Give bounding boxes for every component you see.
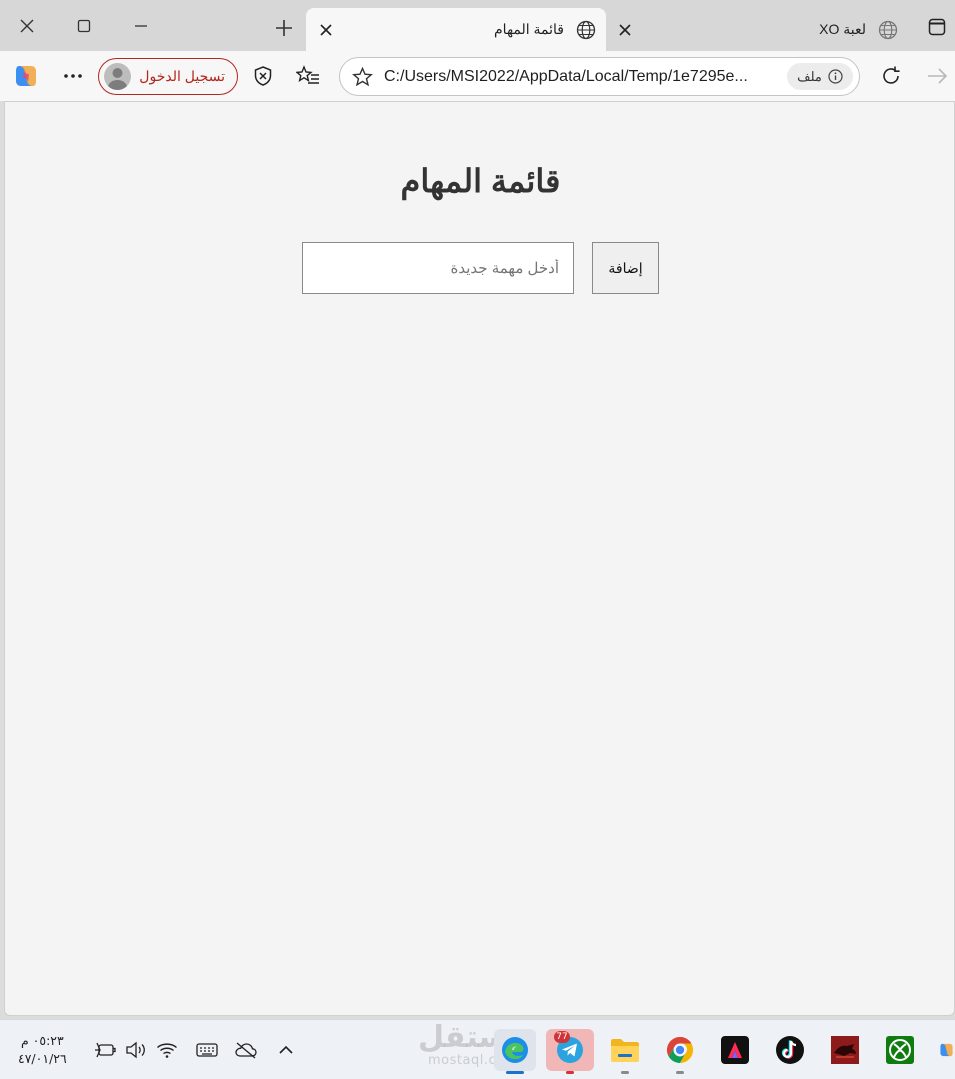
- avatar: [104, 63, 131, 90]
- chevron-up-icon: [279, 1045, 293, 1054]
- page-title: قائمة المهام: [400, 163, 561, 199]
- speaker-icon: [126, 1041, 145, 1059]
- user-icon: [107, 68, 128, 90]
- tab-xo-game[interactable]: لعبة XO: [608, 8, 908, 51]
- running-indicator: [621, 1071, 629, 1074]
- chrome-icon: [666, 1036, 694, 1064]
- running-indicator: [506, 1071, 524, 1074]
- more-options-button[interactable]: [57, 60, 89, 92]
- forward-button[interactable]: [921, 60, 953, 92]
- shield-icon: [254, 66, 272, 86]
- tab-actions-icon: [928, 18, 946, 36]
- arrow-right-icon: [928, 68, 948, 84]
- copilot-icon: [940, 1043, 953, 1057]
- close-icon: [320, 24, 332, 36]
- globe-icon: [576, 20, 596, 40]
- system-clock[interactable]: ٠٥:٢٣ م ٤٧/٠١/٢٦: [18, 1032, 67, 1068]
- taskbar-app-telegram[interactable]: 77: [546, 1029, 594, 1074]
- show-hidden-icons-button[interactable]: [274, 1039, 298, 1061]
- taskbar-app-copilot[interactable]: [932, 1029, 955, 1071]
- copilot-button[interactable]: [10, 60, 42, 92]
- close-icon: [20, 19, 34, 33]
- close-icon: [619, 24, 631, 36]
- file-explorer-icon: [611, 1039, 639, 1062]
- taskbar-app-adobe[interactable]: [714, 1029, 756, 1071]
- add-favorite-button[interactable]: [350, 66, 374, 88]
- keyboard-icon: [196, 1043, 218, 1057]
- onedrive-tray-button[interactable]: [234, 1039, 258, 1061]
- close-tab-button[interactable]: [314, 18, 338, 42]
- close-window-button[interactable]: [7, 6, 47, 46]
- maximize-icon: [77, 19, 91, 33]
- notification-badge: 77: [554, 1031, 570, 1043]
- battery-plug-icon: [95, 1042, 116, 1058]
- wifi-tray-button[interactable]: [155, 1039, 179, 1061]
- globe-icon: [878, 20, 898, 40]
- plus-icon: [276, 20, 292, 36]
- volume-tray-button[interactable]: [124, 1039, 148, 1061]
- clock-time: ٠٥:٢٣ م: [20, 1033, 64, 1048]
- running-indicator: [566, 1071, 574, 1074]
- site-info-label: ملف: [797, 68, 822, 84]
- favorites-list-icon: [296, 65, 319, 84]
- browser-toolbar: تسجيل الدخول C:/Users/MSI2022/AppData/Lo…: [0, 51, 955, 101]
- more-icon: [64, 74, 82, 78]
- browser-essentials-button[interactable]: [247, 60, 279, 92]
- favorites-button[interactable]: [292, 60, 324, 92]
- address-bar[interactable]: C:/Users/MSI2022/AppData/Local/Temp/1e72…: [339, 57, 860, 96]
- taskbar-app-tiktok[interactable]: [769, 1029, 811, 1071]
- new-task-input[interactable]: [302, 242, 574, 294]
- copilot-icon: [16, 66, 36, 86]
- minimize-window-button[interactable]: [121, 6, 161, 46]
- sign-in-button[interactable]: تسجيل الدخول: [98, 58, 238, 95]
- cloud-offline-icon: [235, 1042, 257, 1059]
- page-viewport: قائمة المهام إضافة: [4, 101, 955, 1016]
- info-icon: [828, 69, 843, 84]
- maximize-window-button[interactable]: [64, 6, 104, 46]
- taskbar-app-game[interactable]: [824, 1029, 866, 1071]
- tab-favicon: [574, 18, 598, 42]
- running-indicator: [676, 1071, 684, 1074]
- edge-icon: [502, 1037, 528, 1063]
- game-icon: [831, 1036, 859, 1064]
- power-tray-button[interactable]: [93, 1039, 117, 1061]
- tab-strip: قائمة المهام لعبة XO: [0, 0, 955, 51]
- tiktok-icon: [776, 1036, 804, 1064]
- wifi-icon: [157, 1043, 177, 1058]
- taskbar-app-edge[interactable]: [494, 1029, 536, 1074]
- url-text[interactable]: C:/Users/MSI2022/AppData/Local/Temp/1e72…: [384, 68, 748, 86]
- tab-todo-list[interactable]: قائمة المهام: [306, 8, 606, 51]
- keyboard-tray-button[interactable]: [195, 1039, 219, 1061]
- tab-actions-button[interactable]: [925, 15, 949, 39]
- close-tab-button[interactable]: [613, 18, 637, 42]
- new-tab-button[interactable]: [268, 12, 300, 44]
- taskbar-app-chrome[interactable]: [659, 1029, 701, 1074]
- taskbar-app-xbox[interactable]: [879, 1029, 921, 1071]
- taskbar: ٠٥:٢٣ م ٤٧/٠١/٢٦ مستقل mostaql.com 77: [0, 1019, 955, 1079]
- tab-title: لعبة XO: [819, 21, 866, 37]
- refresh-button[interactable]: [875, 60, 907, 92]
- xbox-icon: [886, 1036, 914, 1064]
- minimize-icon: [135, 25, 147, 27]
- tab-favicon: [876, 18, 900, 42]
- sign-in-label: تسجيل الدخول: [139, 68, 225, 84]
- clock-date: ٤٧/٠١/٢٦: [18, 1051, 67, 1066]
- taskbar-app-file-explorer[interactable]: [604, 1029, 646, 1074]
- tab-title: قائمة المهام: [494, 21, 564, 37]
- site-info-chip[interactable]: ملف: [787, 63, 853, 90]
- star-icon: [351, 67, 373, 87]
- refresh-icon: [883, 66, 900, 84]
- adobe-icon: [721, 1036, 749, 1064]
- add-task-button[interactable]: إضافة: [592, 242, 659, 294]
